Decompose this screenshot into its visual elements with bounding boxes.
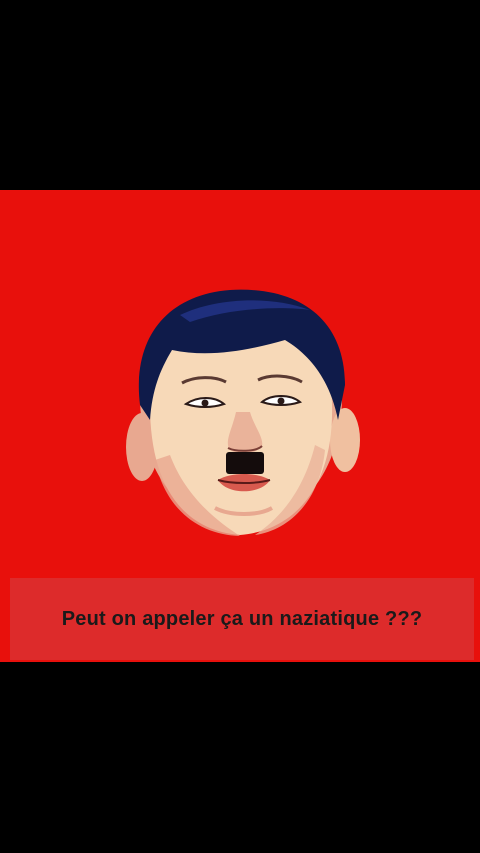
caption-text: Peut on appeler ça un naziatique ??? [61, 607, 423, 630]
mustache-shape [226, 452, 264, 474]
top-black-bar [0, 0, 480, 190]
image-panel: Peut on appeler ça un naziatique ??? [0, 190, 480, 662]
bottom-black-bar [0, 662, 480, 853]
caption-box: Peut on appeler ça un naziatique ??? [10, 578, 474, 660]
right-ear [330, 408, 360, 472]
right-pupil [277, 397, 285, 405]
left-pupil [201, 399, 209, 407]
